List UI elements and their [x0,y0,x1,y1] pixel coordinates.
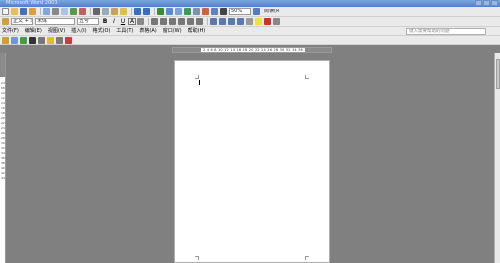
document-page[interactable] [174,60,330,263]
char-shading-icon[interactable] [137,18,144,25]
font-color-a-icon[interactable] [29,36,36,44]
bullets-icon[interactable] [219,18,226,25]
redo-icon[interactable] [143,8,150,15]
print-icon[interactable] [52,8,59,15]
undo-icon[interactable] [134,8,141,15]
select-objects-icon[interactable] [11,36,18,44]
ruler-top-margin [0,53,5,77]
window-controls [475,0,498,6]
menu-tools[interactable]: 工具(T) [116,27,133,35]
text-cursor [199,80,200,85]
styles-icon[interactable] [2,18,9,25]
justify-icon[interactable] [178,18,185,25]
menu-help[interactable]: 帮助(H) [188,27,206,35]
document-map-icon[interactable] [211,8,218,15]
margin-corner-mark [305,75,309,79]
permission-icon[interactable] [29,8,36,15]
insert-table-icon[interactable] [175,8,182,15]
menu-file[interactable]: 文件(F) [2,27,19,35]
title-bar: Microsoft Word 2003 [0,0,500,7]
maximize-button[interactable] [483,0,490,6]
excel-icon[interactable] [184,8,191,15]
font-color-icon[interactable] [264,18,271,25]
margin-corner-mark [195,75,199,79]
window-title: Microsoft Word 2003 [6,0,58,6]
show-hide-icon[interactable] [220,8,227,15]
separator [207,18,208,25]
email-icon[interactable] [43,8,50,15]
menu-table[interactable]: 表格(A) [139,27,156,35]
numbering-icon[interactable] [210,18,217,25]
separator [154,8,155,15]
menu-edit[interactable]: 编辑(E) [25,27,42,35]
align-center-icon[interactable] [160,18,167,25]
separator [131,8,132,15]
bold-button[interactable]: B [101,18,109,26]
enclosed-char-icon[interactable] [273,18,280,25]
print-preview-icon[interactable] [61,8,68,15]
align-left-icon[interactable] [151,18,158,25]
hyperlink-icon[interactable] [157,8,164,15]
menu-format[interactable]: 格式(O) [93,27,111,35]
font-size-select[interactable]: 五号 [77,18,99,25]
standard-toolbar: 50% 阅读(R) [0,7,500,17]
help-search-input[interactable]: 键入需要帮助的问题 [406,28,486,35]
spelling-icon[interactable] [70,8,77,15]
drawing-toolbar [0,36,500,45]
distributed-icon[interactable] [187,18,194,25]
separator [148,18,149,25]
separator [40,8,41,15]
line-spacing-icon[interactable] [196,18,203,25]
oval-icon[interactable] [65,36,72,44]
increase-indent-icon[interactable] [237,18,244,25]
scrollbar-thumb[interactable] [496,59,500,89]
margin-corner-mark [195,256,199,260]
line-icon[interactable] [38,36,45,44]
rectangle-icon[interactable] [56,36,63,44]
draw-icon[interactable] [2,36,9,44]
format-painter-icon[interactable] [120,8,127,15]
tables-icon[interactable] [166,8,173,15]
research-icon[interactable] [79,8,86,15]
vertical-ruler-ticks: 2468101214161820222426283032343638404244 [1,81,5,180]
close-button[interactable] [491,0,498,6]
drawing-icon[interactable] [202,8,209,15]
align-right-icon[interactable] [169,18,176,25]
minimize-button[interactable] [475,0,482,6]
margin-corner-mark [305,256,309,260]
outside-border-icon[interactable] [246,18,253,25]
ruler-ticks: 2 4 6 8 10 12 14 16 18 20 22 24 26 28 30… [203,48,310,52]
menu-view[interactable]: 视图(V) [48,27,65,35]
vertical-scrollbar[interactable] [494,53,500,263]
vertical-ruler[interactable]: 2468101214161820222426283032343638404244 [0,53,6,263]
reading-button[interactable]: 阅读(R) [262,8,280,15]
style-select[interactable]: 正文 + 宋 [11,18,33,25]
cut-icon[interactable] [93,8,100,15]
formatting-toolbar: 正文 + 宋 宋体 五号 B I U A [0,17,500,27]
underline-button[interactable]: U [119,18,127,26]
ruler-left-margin [173,48,201,52]
separator [90,8,91,15]
menu-window[interactable]: 窗口(W) [163,27,182,35]
copy-icon[interactable] [102,8,109,15]
save-icon[interactable] [20,8,27,15]
decrease-indent-icon[interactable] [228,18,235,25]
new-icon[interactable] [2,8,9,15]
paste-icon[interactable] [111,8,118,15]
columns-icon[interactable] [193,8,200,15]
menu-insert[interactable]: 插入(I) [71,27,86,35]
horizontal-ruler[interactable]: 2 4 6 8 10 12 14 16 18 20 22 24 26 28 30… [172,47,332,53]
help-icon[interactable] [253,8,260,15]
font-select[interactable]: 宋体 [35,18,75,25]
char-border-button[interactable]: A [128,18,136,25]
zoom-select[interactable]: 50% [229,8,251,15]
ruler-right-margin [305,48,331,52]
autoshapes-icon[interactable] [20,36,27,44]
italic-button[interactable]: I [110,18,118,26]
highlight-icon[interactable] [255,18,262,25]
arrow-icon[interactable] [47,36,54,44]
open-icon[interactable] [11,8,18,15]
